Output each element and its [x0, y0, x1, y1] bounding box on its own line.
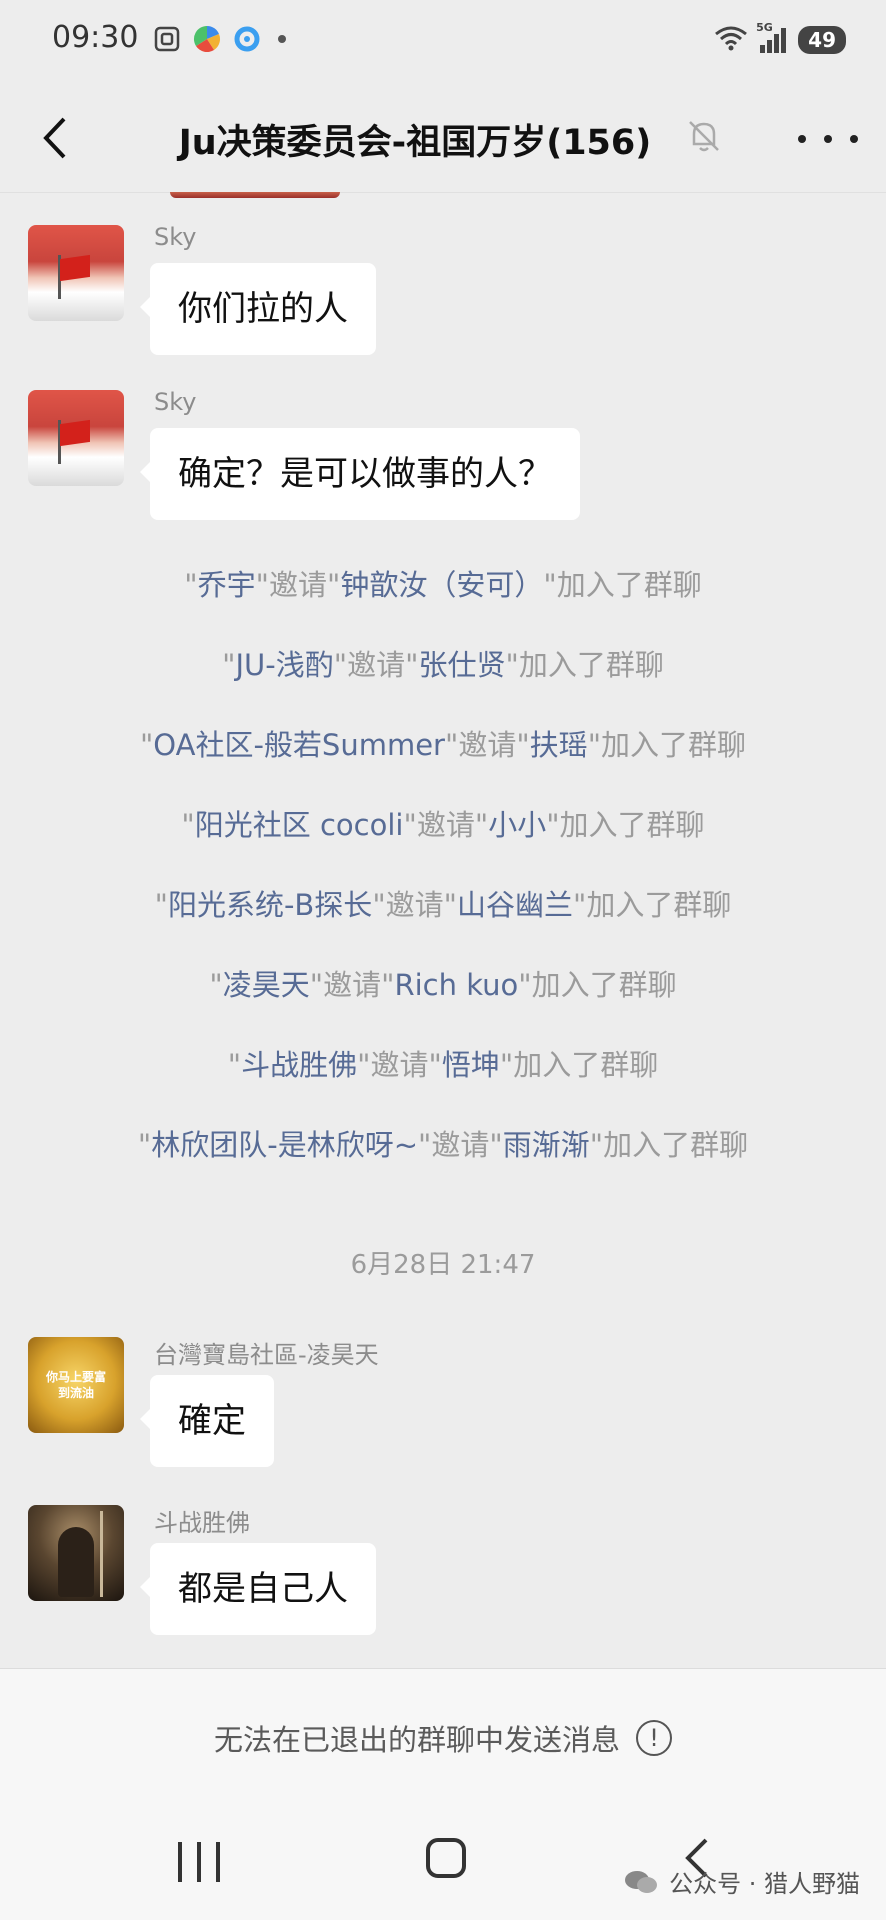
recent-apps-button[interactable]	[178, 1842, 220, 1882]
app-pinwheel-icon	[192, 24, 222, 54]
signal-5g-icon: 5G	[756, 21, 790, 55]
inviter-name[interactable]: 乔宇	[198, 568, 256, 602]
avatar-partial	[170, 192, 340, 198]
chat-title: Ju决策委员会-祖国万岁(156)	[178, 123, 652, 163]
system-verb: 邀请	[347, 648, 406, 682]
status-time: 09:30	[52, 20, 139, 55]
avatar-text: 你马上要富到流油	[45, 1370, 106, 1400]
status-notification-icons	[152, 24, 286, 54]
more-options-button[interactable]	[798, 124, 858, 154]
wechat-logo-icon	[625, 1870, 658, 1893]
system-verb: 邀请	[458, 728, 517, 762]
chat-messages[interactable]: Sky 你们拉的人 Sky 确定？是可以做事的人？ "乔宇"邀请"钟歆汝（安可）…	[0, 192, 886, 1668]
inviter-name[interactable]: 阳光社区 cocoli	[195, 808, 404, 842]
back-button[interactable]	[30, 108, 80, 168]
watermark-text: 公众号 · 猎人野猫	[669, 1870, 860, 1898]
message-bubble[interactable]: 你们拉的人	[140, 263, 376, 355]
system-verb: 邀请	[268, 568, 327, 602]
system-message: "斗战胜佛"邀请"悟坤"加入了群聊	[227, 1048, 659, 1082]
invitee-name[interactable]: 钟歆汝（安可）	[340, 568, 543, 602]
system-message: "凌昊天"邀请"Rich kuo"加入了群聊	[209, 968, 677, 1002]
avatar-gold[interactable]: 你马上要富到流油	[28, 1337, 124, 1433]
system-tail: 加入了群聊	[531, 968, 677, 1002]
invitee-name[interactable]: 雨渐渐	[503, 1128, 590, 1162]
app-ring-icon	[232, 24, 262, 54]
system-tail: 加入了群聊	[601, 728, 747, 762]
system-tail: 加入了群聊	[603, 1128, 749, 1162]
inviter-name[interactable]: 斗战胜佛	[241, 1048, 357, 1082]
system-tail: 加入了群聊	[586, 888, 732, 922]
inviter-name[interactable]: 凌昊天	[223, 968, 310, 1002]
system-tail: 加入了群聊	[513, 1048, 659, 1082]
invitee-name[interactable]: 悟坤	[442, 1048, 500, 1082]
system-message: "阳光社区 cocoli"邀请"小小"加入了群聊	[181, 808, 705, 842]
message-bubble[interactable]: 確定	[140, 1375, 274, 1467]
system-verb: 邀请	[370, 1048, 429, 1082]
chat-header: Ju决策委员会-祖国万岁(156)	[0, 84, 886, 193]
message-bubble[interactable]: 都是自己人	[140, 1543, 376, 1635]
system-message: "OA社区-般若Summer"邀请"扶瑶"加入了群聊	[139, 728, 747, 762]
status-right: 5G 49	[714, 21, 846, 56]
system-tail: 加入了群聊	[518, 648, 664, 682]
sender-name: 台灣寶島社區-凌昊天	[154, 1341, 379, 1369]
invitee-name[interactable]: 张仕贤	[418, 648, 505, 682]
watermark: 公众号 · 猎人野猫	[623, 1864, 860, 1899]
inviter-name[interactable]: OA社区-般若Summer	[153, 728, 445, 762]
invitee-name[interactable]: 扶瑶	[530, 728, 588, 762]
inviter-name[interactable]: 林欣团队-是林欣呀~	[151, 1128, 418, 1162]
system-message: "乔宇"邀请"钟歆汝（安可）"加入了群聊	[184, 568, 702, 602]
system-tail: 加入了群聊	[559, 808, 705, 842]
message-timestamp: 6月28日 21:47	[350, 1250, 536, 1280]
system-verb: 邀请	[416, 808, 475, 842]
system-verb: 邀请	[323, 968, 382, 1002]
input-disabled-footer: 无法在已退出的群聊中发送消息 !	[0, 1668, 886, 1805]
message-bubble[interactable]: 确定？是可以做事的人？	[140, 428, 580, 520]
dot-icon	[798, 135, 806, 143]
sender-name: 斗战胜佛	[154, 1509, 250, 1537]
info-icon[interactable]: !	[636, 1720, 672, 1756]
bar-icon	[197, 1842, 201, 1882]
dot-icon	[850, 135, 858, 143]
system-message: "林欣团队-是林欣呀~"邀请"雨渐渐"加入了群聊	[137, 1128, 749, 1162]
system-verb: 邀请	[431, 1128, 490, 1162]
invitee-name[interactable]: 山谷幽兰	[457, 888, 573, 922]
avatar-sky[interactable]	[28, 225, 124, 321]
battery-indicator: 49	[798, 26, 846, 54]
status-bar: 09:30 5G 49	[0, 0, 886, 84]
system-message: "阳光系统-B探长"邀请"山谷幽兰"加入了群聊	[154, 888, 732, 922]
bar-icon	[178, 1842, 182, 1882]
invitee-name[interactable]: 小小	[488, 808, 546, 842]
sender-name: Sky	[154, 223, 197, 251]
avatar-warrior[interactable]	[28, 1505, 124, 1601]
system-nav-bar: 公众号 · 猎人野猫	[0, 1804, 886, 1920]
mute-bell-icon	[684, 116, 724, 156]
bar-icon	[216, 1842, 220, 1882]
home-button[interactable]	[426, 1838, 466, 1878]
inviter-name[interactable]: 阳光系统-B探长	[168, 888, 372, 922]
inviter-name[interactable]: JU-浅酌	[236, 648, 334, 682]
sender-name: Sky	[154, 388, 197, 416]
dot-icon	[824, 135, 832, 143]
system-tail: 加入了群聊	[556, 568, 702, 602]
more-notifications-dot-icon	[278, 35, 286, 43]
system-verb: 邀请	[385, 888, 444, 922]
back-arrow-icon	[43, 117, 66, 159]
system-message: "JU-浅酌"邀请"张仕贤"加入了群聊	[222, 648, 664, 682]
avatar-sky[interactable]	[28, 390, 124, 486]
invitee-name[interactable]: Rich kuo	[394, 968, 518, 1002]
screenshot-icon	[152, 24, 182, 54]
wifi-icon	[714, 24, 748, 56]
cannot-send-notice: 无法在已退出的群聊中发送消息	[213, 1723, 620, 1757]
